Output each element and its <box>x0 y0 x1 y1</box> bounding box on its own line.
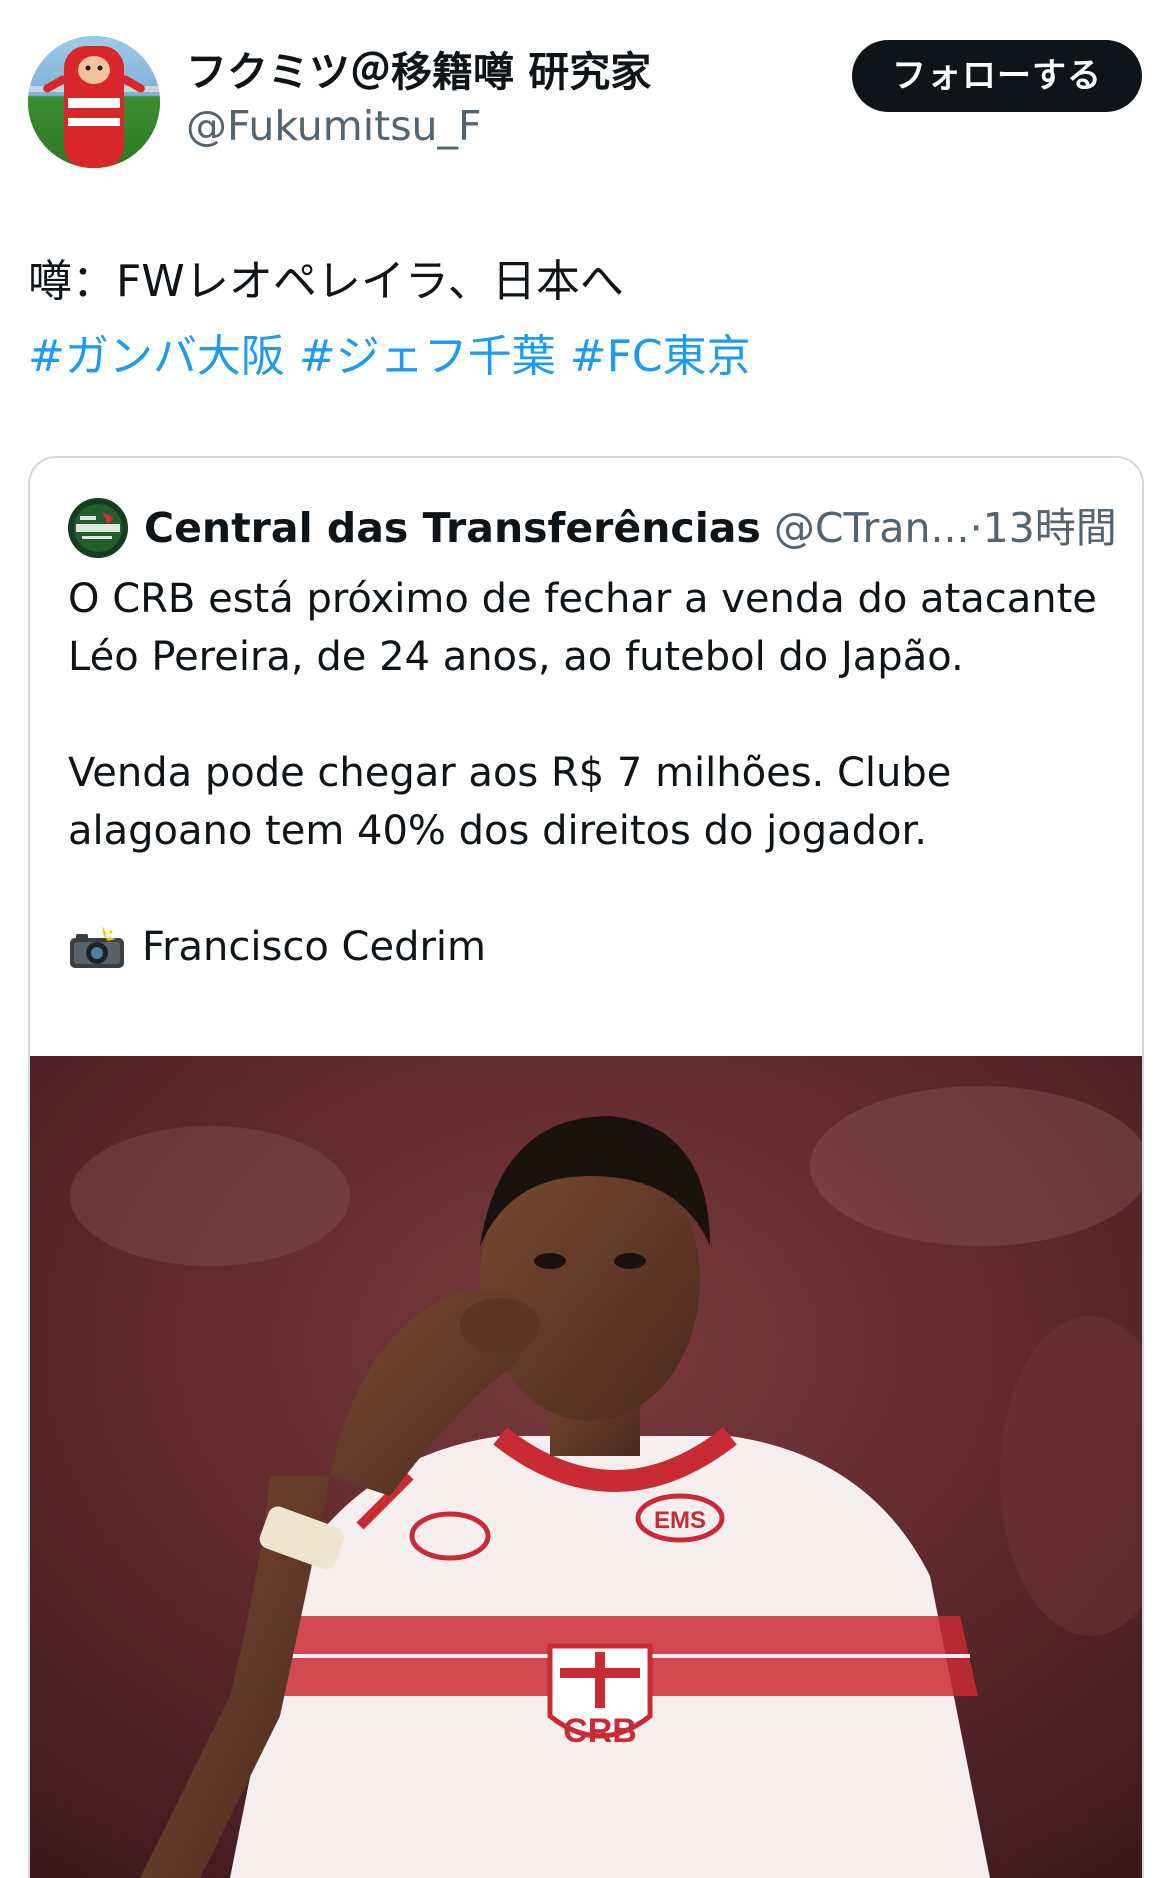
author-info[interactable]: フクミツ＠移籍噂 研究家 @Fukumitsu_F <box>186 46 651 152</box>
tweet-body: 噂：FWレオペレイラ、日本へ <box>28 256 624 307</box>
quoted-tweet-header: Central das Transferências @CTran...·13時… <box>68 496 1117 560</box>
quoted-author-handle[interactable]: @CTran... <box>774 504 970 552</box>
player-photo: CRB EMS <box>30 1056 1142 1878</box>
quoted-tweet-photo[interactable]: CRB EMS <box>30 1056 1142 1878</box>
user-avatar-icon <box>28 36 160 168</box>
author-display-name[interactable]: フクミツ＠移籍噂 研究家 <box>186 46 651 98</box>
tweet-text: 噂：FWレオペレイラ、日本へ #ガンバ大阪 #ジェフ千葉 #FC東京 <box>28 244 1142 394</box>
camera-flash-icon <box>70 926 124 968</box>
quoted-tweet-time[interactable]: 13時間 <box>983 504 1117 552</box>
quoted-paragraph: Venda pode chegar aos R$ 7 milhões. Club… <box>68 750 952 854</box>
photo-credit: Francisco Cedrim <box>68 918 1108 976</box>
jersey-sponsor-text: EMS <box>654 1507 706 1534</box>
author-handle[interactable]: @Fukumitsu_F <box>186 100 651 152</box>
jersey-crest-text: CRB <box>563 1712 637 1750</box>
follow-button[interactable]: フォローする <box>852 40 1142 112</box>
quoted-author-avatar[interactable] <box>68 498 128 558</box>
hashtag-jef-chiba[interactable]: #ジェフ千葉 <box>299 331 556 382</box>
hashtag-list: #ガンバ大阪 #ジェフ千葉 #FC東京 <box>28 319 1142 394</box>
meta-separator: · <box>969 504 983 552</box>
author-avatar[interactable] <box>28 36 160 168</box>
quoted-tweet-body: O CRB está próximo de fechar a venda do … <box>68 570 1108 976</box>
hashtag-fc-tokyo[interactable]: #FC東京 <box>570 331 751 382</box>
quoted-tweet-card[interactable]: Central das Transferências @CTran...·13時… <box>28 456 1144 1878</box>
central-transferencias-logo-icon <box>68 498 128 558</box>
quoted-paragraph: O CRB está próximo de fechar a venda do … <box>68 576 1097 680</box>
hashtag-gamba-osaka[interactable]: #ガンバ大阪 <box>28 331 285 382</box>
quoted-author-name[interactable]: Central das Transferências <box>144 504 761 552</box>
tweet-header: フクミツ＠移籍噂 研究家 @Fukumitsu_F フォローする <box>28 36 1142 172</box>
quoted-tweet-meta: Central das Transferências @CTran...·13時… <box>144 496 1117 560</box>
photo-credit-name: Francisco Cedrim <box>142 924 486 970</box>
